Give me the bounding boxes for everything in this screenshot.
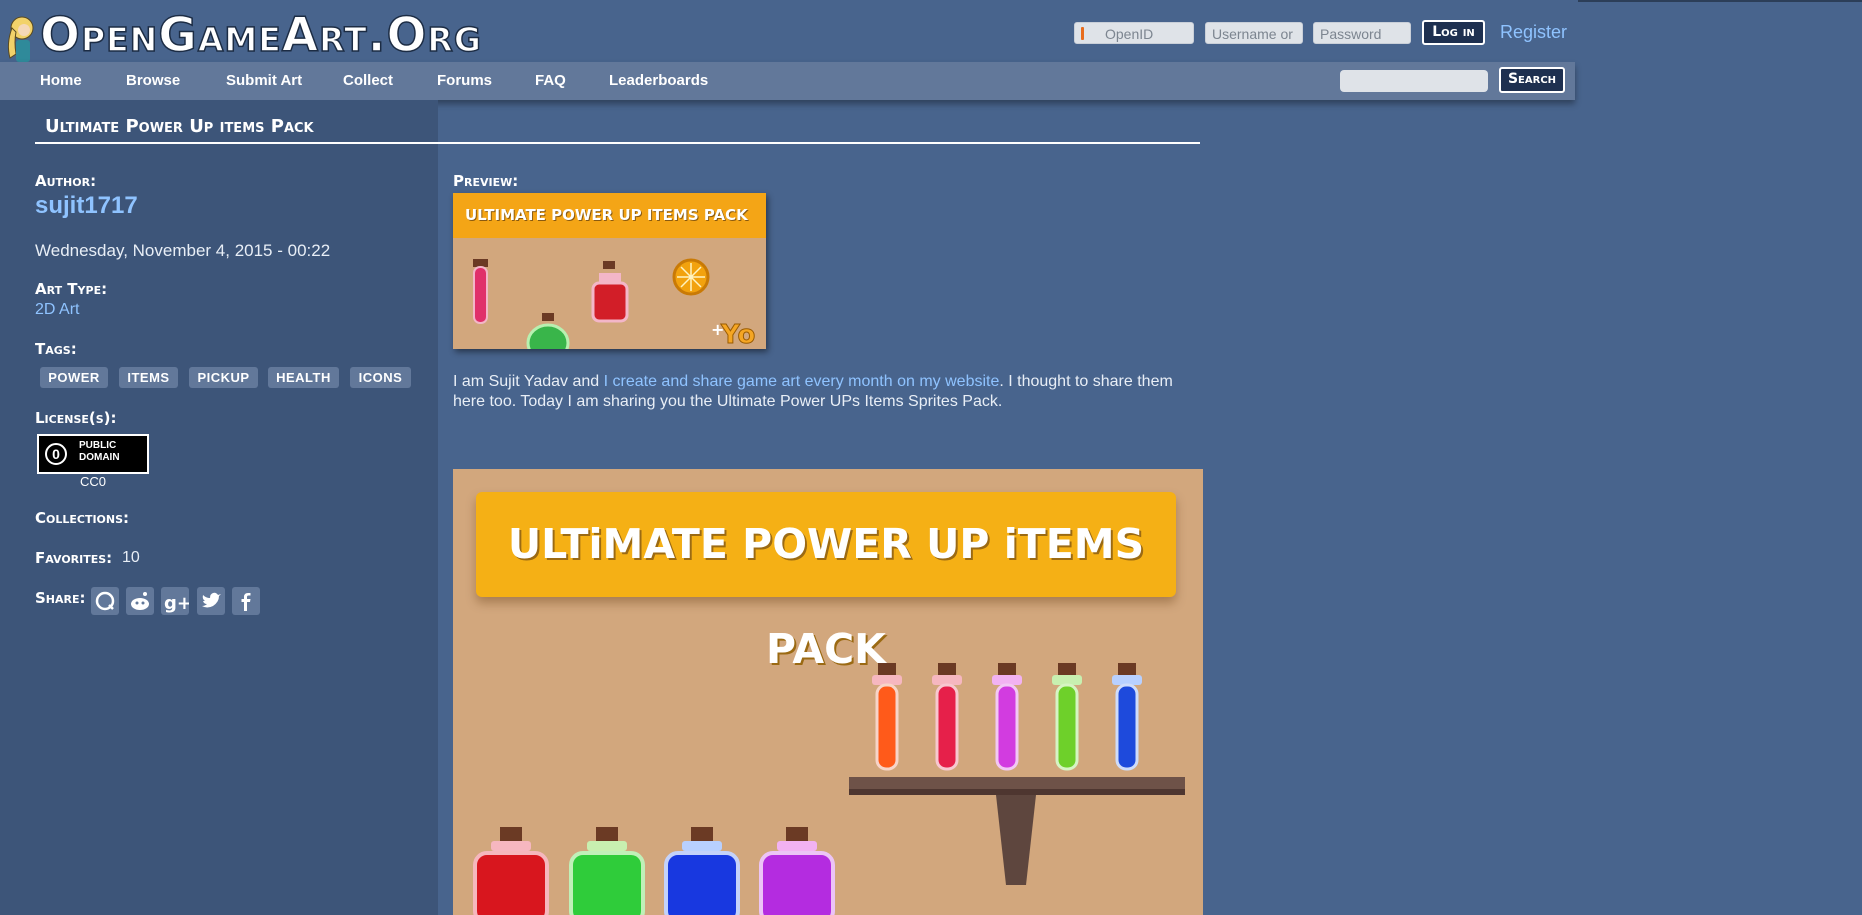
post-date: Wednesday, November 4, 2015 - 00:22 [35, 241, 331, 260]
google-plus-icon[interactable]: g+ [161, 587, 192, 615]
preview-thumbnail[interactable]: ULTIMATE POWER UP ITEMS PACK Yo + [453, 193, 766, 349]
search-input[interactable] [1340, 70, 1488, 92]
art-preview-image: ULTiMATE POWER UP iTEMS PACK [453, 469, 1203, 915]
cc0-badge-line1: PUBLIC [79, 440, 117, 451]
license-label: License(s): [35, 409, 117, 427]
facebook-icon[interactable] [232, 587, 260, 615]
cc0-badge-line2: DOMAIN [79, 452, 120, 463]
preview-label: Preview: [453, 172, 519, 190]
nav-home[interactable]: Home [40, 72, 82, 89]
collections-label: Collections: [35, 509, 130, 527]
password-placeholder: Password [1320, 26, 1382, 42]
svg-text:Yo: Yo [720, 320, 755, 349]
nav-leaderboards[interactable]: Leaderboards [609, 72, 708, 89]
page-title: Ultimate Power Up items Pack [45, 116, 314, 137]
title-area: Ultimate Power Up items Pack [35, 116, 1200, 144]
password-input[interactable]: Password [1313, 22, 1411, 44]
nav-collect[interactable]: Collect [343, 72, 393, 89]
svg-text:+: + [711, 320, 724, 339]
nav-browse[interactable]: Browse [126, 72, 180, 89]
tag-health[interactable]: HEALTH [268, 367, 339, 388]
cc0-zero-icon: 0 [45, 443, 67, 465]
website-link[interactable]: I create and share game art every month … [604, 373, 1000, 390]
nav-faq[interactable]: FAQ [535, 72, 566, 89]
openid-icon [1081, 27, 1084, 40]
tags-label: Tags: [35, 340, 77, 358]
nav-forums[interactable]: Forums [437, 72, 492, 89]
cc0-badge-text: PUBLIC DOMAIN [79, 440, 139, 464]
reddit-icon[interactable] [126, 587, 154, 615]
username-placeholder: Username or [1212, 26, 1293, 42]
login-button[interactable]: Log in [1422, 20, 1485, 45]
art-type-link[interactable]: 2D Art [35, 301, 79, 319]
sidebar [0, 100, 438, 915]
license-caption: CC0 [80, 474, 107, 489]
tag-pickup[interactable]: PICKUP [189, 367, 258, 388]
register-link[interactable]: Register [1500, 22, 1567, 43]
nav-submit-art[interactable]: Submit Art [226, 72, 302, 89]
potions-art [473, 663, 1185, 915]
thumb-potions-art: Yo + [473, 258, 756, 349]
favorites-label: Favorites: [35, 549, 113, 567]
tag-icons[interactable]: ICONS [350, 367, 411, 388]
author-link[interactable]: sujit1717 [35, 192, 138, 220]
openid-placeholder: OpenID [1105, 26, 1154, 42]
twitter-icon[interactable] [197, 587, 225, 615]
description-before: I am Sujit Yadav and [453, 373, 604, 390]
cc0-license-badge[interactable]: 0 PUBLIC DOMAIN [37, 434, 149, 474]
tag-items[interactable]: ITEMS [119, 367, 178, 388]
search-button[interactable]: Search [1499, 67, 1565, 93]
openid-input[interactable]: OpenID [1074, 22, 1194, 44]
author-label: Author: [35, 172, 97, 190]
main-nav: Home Browse Submit Art Collect Forums FA… [0, 62, 1575, 100]
site-header: OpenGameArt.Org OpenID Username or Passw… [0, 0, 1578, 74]
tag-power[interactable]: POWER [40, 367, 108, 388]
svg-text:g+: g+ [164, 593, 189, 614]
art-type-label: Art Type: [35, 280, 108, 298]
favorites-count: 10 [122, 549, 140, 566]
description-text: I am Sujit Yadav and I create and share … [453, 372, 1173, 412]
site-logo[interactable]: OpenGameArt.Org [39, 7, 482, 64]
share-label: Share: [35, 589, 86, 607]
username-input[interactable]: Username or [1205, 22, 1303, 44]
q-icon[interactable] [91, 587, 119, 615]
